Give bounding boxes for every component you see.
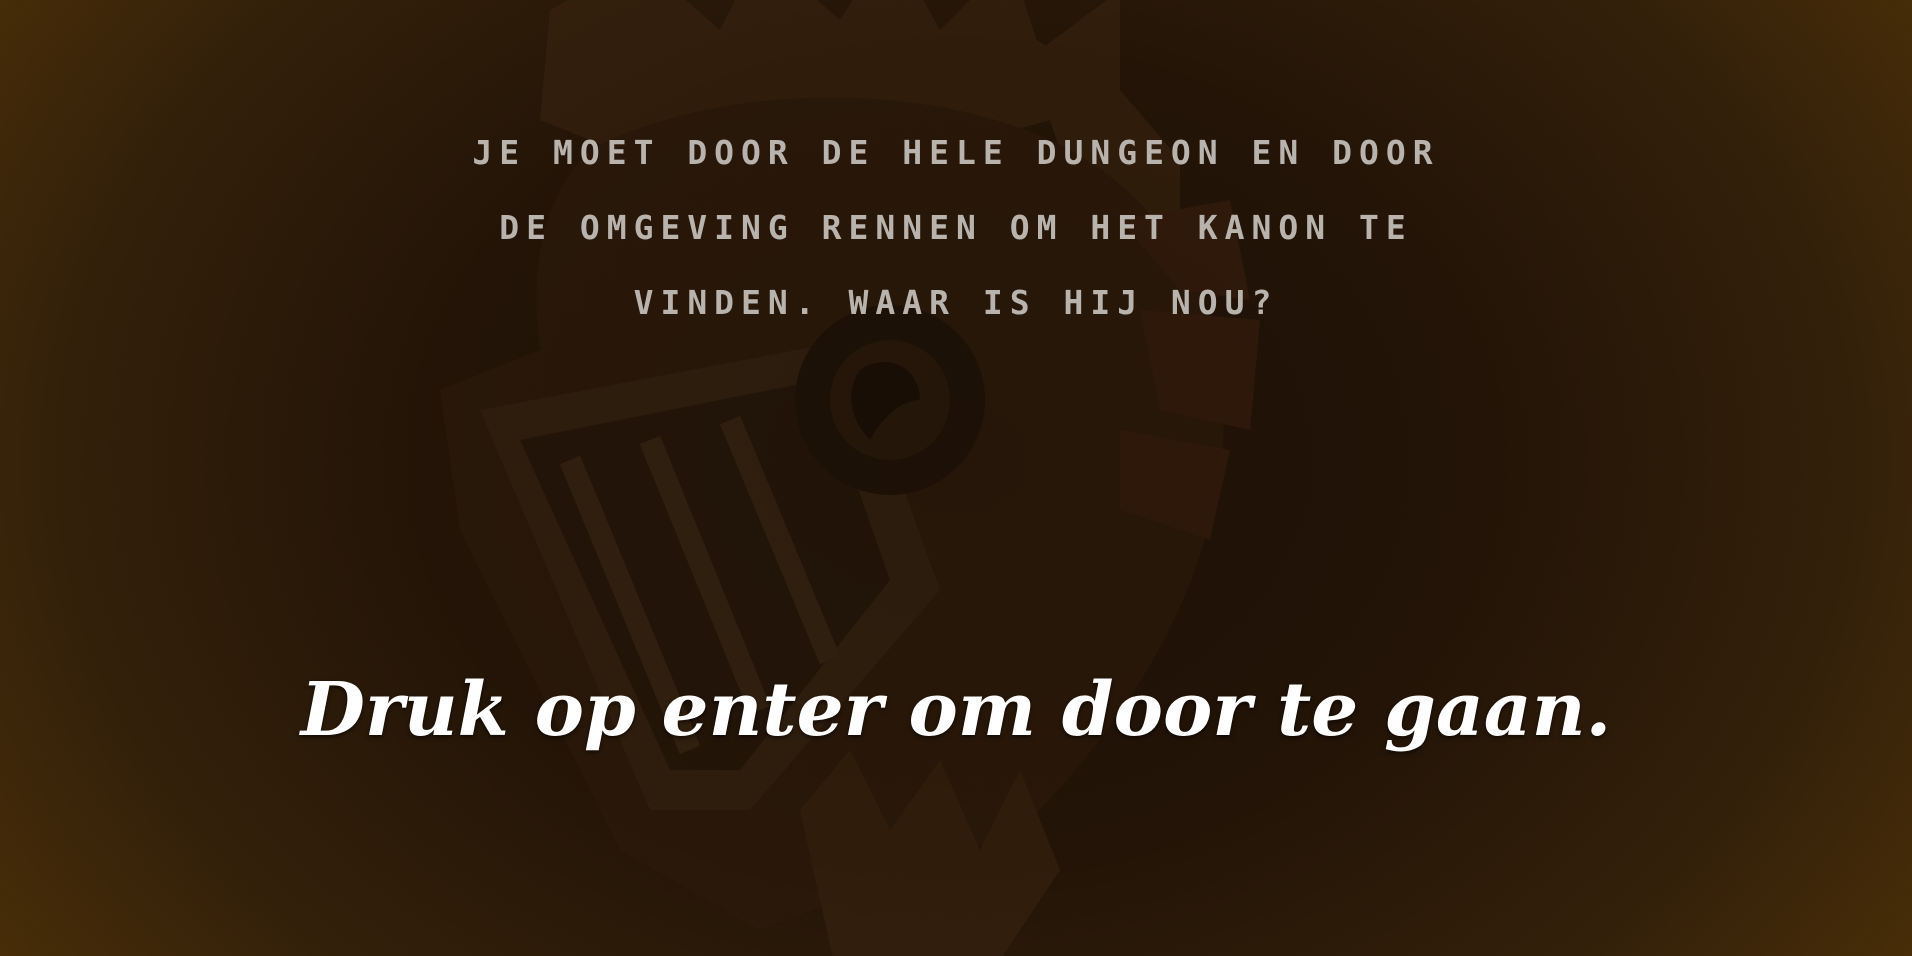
continue-prompt: Druk op enter om door te gaan. [300,667,1612,753]
story-text: Je moet door de hele dungeon en door de … [472,133,1440,322]
